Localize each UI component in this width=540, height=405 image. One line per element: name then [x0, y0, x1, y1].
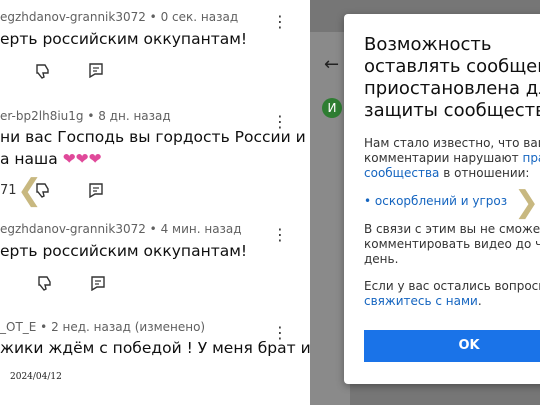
hearts-emoji: ❤❤❤ [62, 150, 102, 168]
comment-text: а наша ❤❤❤ [0, 148, 102, 170]
comment-meta: _OT_E • 2 нед. назад (изменено) [0, 320, 206, 334]
comment-meta: egzhdanov-grannik3072 • 4 мин. назад [0, 222, 242, 236]
dialog-text: . [477, 294, 482, 308]
dialog-text: комментировать видео до чер [364, 237, 540, 251]
thumbs-down-icon[interactable] [34, 62, 52, 80]
more-vertical-icon[interactable]: ⋮ [272, 12, 288, 31]
dialog-title-line: защиты сообщества [364, 100, 540, 121]
thumbs-down-icon[interactable] [34, 181, 52, 199]
dialog-title-line: приостановлена для [364, 78, 540, 99]
comment-text: ерть российским оккупантам! [0, 242, 248, 260]
dialog-text: день. [364, 252, 399, 266]
dialog-paragraph-2: В связи с этим вы не сможете комментиров… [364, 222, 540, 267]
reply-icon[interactable] [88, 182, 104, 198]
violation-item: • оскорблений и угроз [364, 194, 508, 208]
reply-icon[interactable] [88, 62, 104, 78]
thumbs-down-icon[interactable] [36, 274, 54, 292]
comment-text: жики ждём с победой ! У меня брат и [0, 339, 310, 357]
dialog-title-line: оставлять сообщени [364, 56, 540, 77]
dialog-overlay: ← И Возможность оставлять сообщени приос… [310, 0, 540, 405]
comment-text: ерть российским оккупантам! [0, 30, 248, 48]
dialog-text: В связи с этим вы не сможете [364, 222, 540, 236]
comments-panel: egzhdanov-grannik3072 • 0 сек. назад ⋮ е… [0, 0, 310, 405]
community-link[interactable]: сообщества [364, 166, 439, 180]
dialog-title-line: Возможность [364, 34, 492, 55]
ok-button[interactable]: OK [364, 330, 540, 362]
dialog-title: Возможность оставлять сообщени приостано… [364, 34, 540, 122]
comment-text: ни вас Господь вы гордость России и [0, 128, 306, 146]
avatar: И [322, 98, 342, 118]
dialog-text: в отношении: [439, 166, 530, 180]
comment-meta: egzhdanov-grannik3072 • 0 сек. назад [0, 10, 239, 24]
dialog-text: Нам стало известно, что ваши [364, 136, 540, 150]
back-arrow-icon: ← [324, 54, 340, 75]
reply-icon[interactable] [90, 275, 106, 291]
dialog-paragraph-1: Нам стало известно, что ваши комментарии… [364, 136, 540, 181]
like-count: 71 [0, 183, 17, 198]
rules-link[interactable]: прав [522, 151, 540, 165]
dialog-text: комментарии нарушают [364, 151, 523, 165]
chevron-icon: ❯ [514, 185, 540, 220]
dialog-paragraph-3: Если у вас остались вопросы, свяжитесь с… [364, 279, 540, 309]
suspension-dialog: Возможность оставлять сообщени приостано… [344, 14, 540, 384]
dialog-text: Если у вас остались вопросы, [364, 279, 540, 293]
more-vertical-icon[interactable]: ⋮ [272, 225, 288, 244]
comment-text-line: а наша [0, 150, 58, 168]
comment-meta: er-bp2lh8iu1g • 8 дн. назад [0, 109, 171, 123]
contact-us-link[interactable]: свяжитесь с нами [364, 294, 478, 308]
date-stamp: 2024/04/12 [10, 372, 62, 382]
